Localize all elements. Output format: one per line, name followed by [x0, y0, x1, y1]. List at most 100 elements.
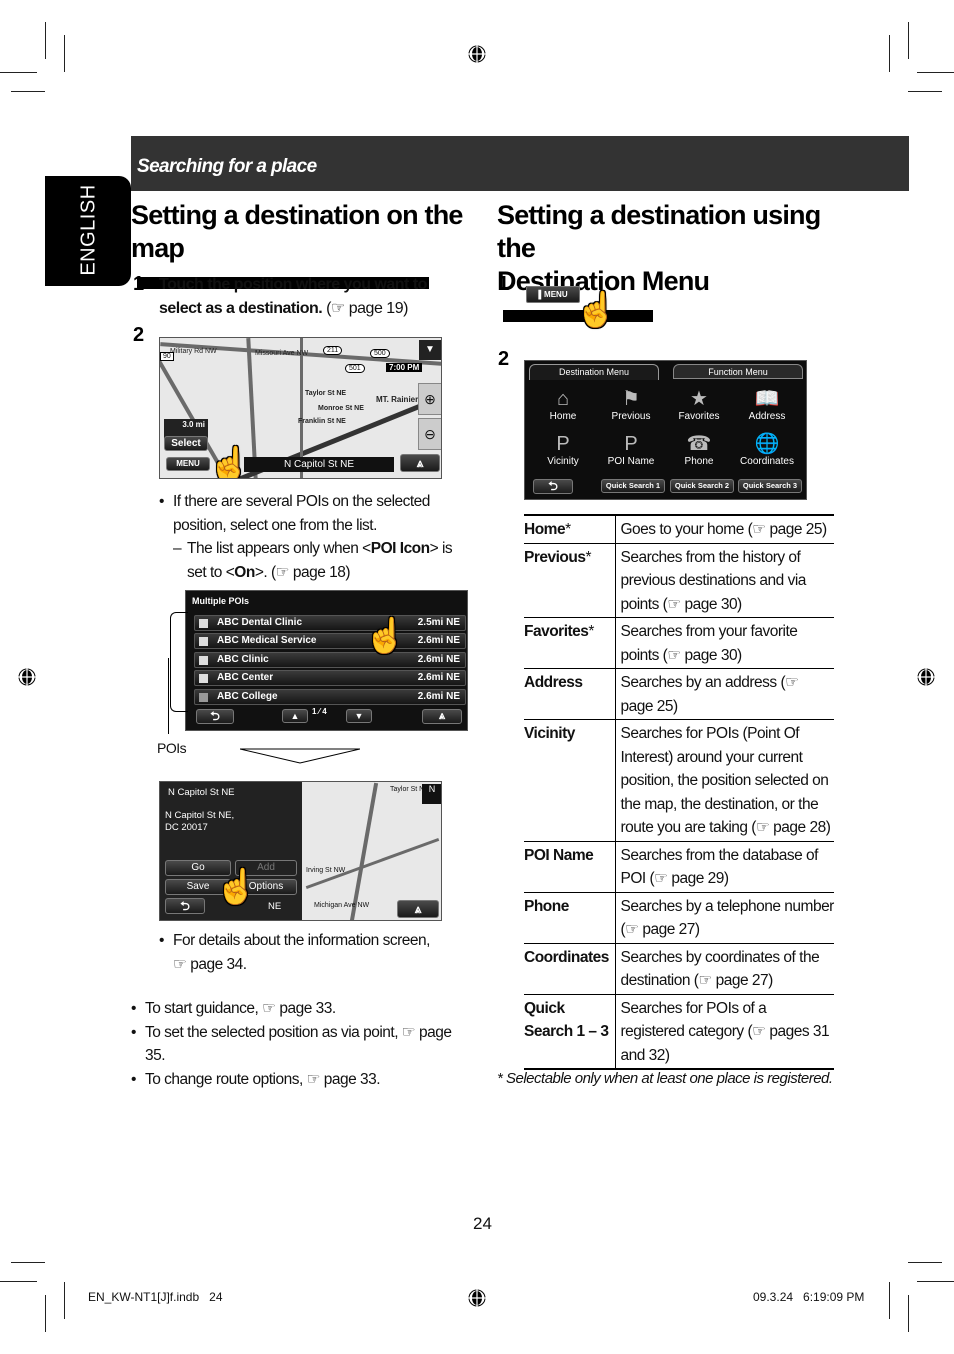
- compass-icon: N: [422, 784, 441, 804]
- asterisk-marker: *: [585, 548, 592, 566]
- crop-mark: [917, 1281, 954, 1282]
- crop-mark: [45, 1295, 46, 1332]
- poi-distance: 2.6mi NE: [417, 672, 460, 683]
- pois-bracket: [170, 612, 188, 712]
- section-title: Searching for a place: [137, 156, 317, 177]
- poi-note: If there are several POIs on the selecte…: [159, 490, 473, 584]
- crop-mark: [11, 1262, 45, 1263]
- select-button[interactable]: Select: [164, 436, 208, 451]
- back-button[interactable]: ⮌: [196, 709, 234, 724]
- back-button[interactable]: ⮌: [533, 479, 573, 494]
- quick-search-2-button[interactable]: Quick Search 2: [670, 479, 734, 493]
- menu-item-description: Searches by an address (☞ page 25): [615, 668, 834, 720]
- note-text: >. (☞ page 18): [254, 563, 351, 581]
- current-position-button[interactable]: ⩓: [422, 709, 462, 724]
- right-heading: Setting a destination using the Destinat…: [497, 199, 837, 331]
- menu-item-description: Searches by a telephone number (☞ page 2…: [615, 891, 834, 943]
- menu-item-name: Quick Search 1 – 3: [524, 993, 616, 1070]
- menu-item-description: Searches for POIs of a registered catego…: [615, 993, 834, 1070]
- globe-icon: 🌐: [754, 433, 780, 455]
- menu-item-favorites[interactable]: ★ Favorites: [665, 387, 733, 429]
- note-item: To change route options, ☞ page 33.: [131, 1068, 475, 1092]
- note-item: To set the selected position as via poin…: [131, 1021, 475, 1068]
- menu-item-label: Favorites: [678, 411, 720, 422]
- poi-list-item[interactable]: ABC Center 2.6mi NE: [194, 670, 466, 686]
- poi-list-item[interactable]: ABC Dental Clinic 2.5mi NE: [194, 615, 466, 631]
- key-text: Coordinates: [524, 948, 609, 966]
- table-row: Quick Search 1 – 3 Searches for POIs of a…: [524, 993, 834, 1070]
- school-icon: [199, 693, 208, 702]
- menu-item-name: Coordinates: [524, 942, 616, 994]
- page-total: 4: [322, 707, 327, 716]
- clock: 7:00 PM: [386, 363, 423, 372]
- menu-item-name: POI Name: [524, 840, 616, 892]
- back-button[interactable]: ⮌: [165, 898, 205, 914]
- poi-distance: 2.6mi NE: [417, 654, 460, 665]
- footer-file-info: EN_KW-NT1[J]f.indb 24: [88, 1290, 223, 1304]
- key-text: Quick Search 1 – 3: [524, 999, 609, 1041]
- poi-name: ABC Clinic: [217, 654, 269, 665]
- page-number: 24: [473, 1214, 492, 1233]
- pointing-hand-icon: ☝: [208, 446, 251, 479]
- crop-mark: [64, 35, 65, 72]
- menu-button-label: MENU: [544, 290, 568, 299]
- map-label: Military Rd NW: [170, 348, 217, 355]
- zoom-out-button[interactable]: ⊖: [418, 418, 441, 450]
- quick-search-1-button[interactable]: Quick Search 1: [601, 479, 665, 493]
- menu-item-coordinates[interactable]: 🌐 Coordinates: [733, 432, 801, 474]
- pointing-hand-icon: ☝: [215, 868, 258, 906]
- info-map[interactable]: Taylor St NE Irving St NW Michigan Ave N…: [302, 782, 441, 920]
- pois-leader-line: [168, 658, 169, 734]
- step-number: 1: [498, 273, 510, 295]
- language-label: ENGLISH: [77, 184, 100, 276]
- table-row: Vicinity Searches for POIs (Point Of Inte…: [524, 719, 834, 841]
- menu-item-name: Vicinity: [524, 719, 616, 841]
- place-name: N Capitol St NE: [168, 787, 235, 798]
- key-text: Favorites: [524, 623, 589, 640]
- menu-item-phone[interactable]: ☎ Phone: [665, 432, 733, 474]
- menu-item-vicinity[interactable]: P Vicinity: [529, 432, 597, 474]
- menu-button[interactable]: ▌MENU: [526, 286, 580, 303]
- tab-function-menu[interactable]: Function Menu: [673, 364, 803, 379]
- key-text: Home: [524, 521, 566, 538]
- direction-label: NE: [268, 901, 282, 912]
- current-position-button[interactable]: ⩓: [400, 454, 440, 472]
- medical-icon: [199, 656, 208, 665]
- note-text: The list appears only when <: [187, 540, 371, 557]
- menu-item-description: Searches for POIs (Point Of Interest) ar…: [615, 719, 834, 841]
- destination-menu-screen: Destination Menu Function Menu ⌂ Home ⚑ Pr…: [524, 360, 807, 500]
- tab-destination-menu[interactable]: Destination Menu: [529, 364, 659, 380]
- poi-list-item[interactable]: ABC Clinic 2.6mi NE: [194, 652, 466, 668]
- key-text: POI Name: [524, 846, 594, 864]
- place-address-line1: N Capitol St NE,: [165, 810, 235, 821]
- page-down-button[interactable]: ▼: [346, 709, 372, 723]
- quick-search-3-button[interactable]: Quick Search 3: [738, 479, 802, 493]
- step-number: 1: [133, 273, 145, 295]
- key-text: Vicinity: [524, 725, 575, 742]
- crop-mark: [45, 22, 46, 59]
- poi-list-item[interactable]: ABC Medical Service 2.6mi NE: [194, 633, 466, 649]
- menu-button[interactable]: MENU: [166, 457, 210, 471]
- map-screen[interactable]: Military Rd NW Missouri Ave NW Taylor St…: [159, 337, 442, 479]
- poi-list-item[interactable]: ABC College 2.6mi NE: [194, 689, 466, 705]
- tab-label: Function Menu: [708, 367, 768, 377]
- menu-item-poi-name[interactable]: P POI Name: [597, 432, 665, 474]
- menu-item-address[interactable]: 📖 Address: [733, 387, 801, 429]
- crop-mark: [0, 1281, 37, 1282]
- menu-item-previous[interactable]: ⚑ Previous: [597, 387, 665, 429]
- checkered-flag-icon: ⚑: [622, 388, 640, 410]
- compass-button[interactable]: ▼: [419, 340, 441, 360]
- crop-mark: [11, 91, 45, 92]
- menu-item-description: Goes to your home (☞ page 25): [615, 514, 834, 543]
- vicinity-icon: P: [556, 433, 570, 455]
- current-position-button[interactable]: ⩓: [397, 900, 439, 918]
- route-shield: 501: [345, 364, 365, 373]
- menu-item-label: Vicinity: [547, 456, 579, 467]
- menu-item-description: Searches by coordinates of the destinati…: [615, 942, 834, 994]
- step-number: 2: [498, 348, 510, 370]
- page-up-button[interactable]: ▲: [282, 709, 308, 723]
- zoom-in-button[interactable]: ⊕: [418, 383, 441, 415]
- route-shield: 211: [323, 346, 343, 355]
- crop-mark: [889, 35, 890, 72]
- menu-item-home[interactable]: ⌂ Home: [529, 387, 597, 429]
